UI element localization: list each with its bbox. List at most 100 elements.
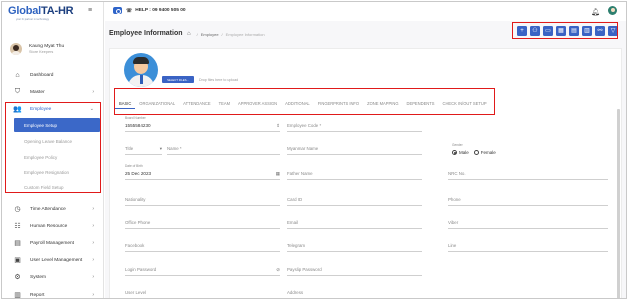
tab-fingerprints-info[interactable]: FINGERPRINTS INFO [314, 99, 363, 109]
gender-group: Gender Male Female [452, 143, 496, 155]
gender-female-radio[interactable]: Female [473, 150, 496, 155]
phone-field[interactable]: Phone [448, 194, 608, 206]
sidebar-item-label: Employee [30, 106, 52, 112]
employee-code-field[interactable]: Employee Code * [287, 120, 422, 132]
card-id-field[interactable]: Card ID [287, 194, 422, 206]
tab-additional[interactable]: ADDITIONAL [281, 99, 314, 109]
chevron-down-icon: ▾ [159, 146, 162, 151]
tab-check-in-out-setup[interactable]: CHECK IN/OUT SETUP [439, 99, 491, 109]
sidebar-subitem-employee-setup[interactable]: Employee Setup [14, 118, 100, 132]
tab-organizational[interactable]: ORGANIZATIONAL [135, 99, 179, 109]
sidebar-subitem-opening-leave-balance[interactable]: Opening Leave Balance [14, 134, 100, 148]
tab-team[interactable]: TEAM [215, 99, 234, 109]
user-level-field[interactable]: User Level [125, 287, 280, 298]
logo[interactable]: GlobalTA-HR your hr partner in technolog… [8, 5, 74, 28]
board-number-field[interactable]: Board Number 1555584230 ⇕ [125, 116, 280, 132]
cloud-icon [113, 7, 122, 14]
calendar-icon[interactable]: ▦ [276, 171, 280, 177]
add-user-button[interactable]: ⚇ [530, 26, 540, 36]
document-button[interactable]: ▤ [569, 26, 579, 36]
tab-attendance[interactable]: ATTENDANCE [179, 99, 214, 109]
email-field[interactable]: Email [287, 217, 422, 229]
chevron-down-icon: ⌄ [89, 106, 94, 112]
grid-button[interactable]: ▥ [582, 26, 592, 36]
tab-dependents[interactable]: DEPENDENTS [403, 99, 439, 109]
sidebar-subitem-custom-field-setup[interactable]: Custom Field Setup [14, 180, 100, 194]
office-phone-field[interactable]: Office Phone [125, 217, 280, 229]
menu-toggle-icon[interactable]: ≡ [88, 7, 92, 14]
page-title: Employee Information [109, 30, 183, 37]
main-content: Employee Information ⌂ / Employee / Empl… [105, 21, 626, 298]
id-card-icon: ▣ [14, 257, 21, 264]
sidebar-subitem-employee-resignation[interactable]: Employee Resignation [14, 165, 100, 179]
sidebar-item-time-attendance[interactable]: ◷ Time Attendance › [2, 202, 104, 216]
viber-field[interactable]: Viber [448, 217, 608, 229]
stepper-icon[interactable]: ⇕ [276, 123, 280, 129]
sidebar-item-employee[interactable]: 👥 Employee ⌄ [2, 102, 104, 116]
sidebar-item-label: Time Attendance [30, 206, 66, 212]
profile-name: Kaung Myat Thu [29, 43, 65, 49]
select-files-button[interactable]: SELECT FILES... [162, 76, 194, 83]
user-add-icon: ⚇ [532, 28, 538, 34]
title-select[interactable]: Title ▾ [125, 143, 162, 155]
breadcrumb-employee[interactable]: Employee [201, 32, 219, 37]
filter-button[interactable]: ▽ [608, 26, 618, 36]
nationality-field[interactable]: Nationality [125, 194, 280, 206]
filter-icon: ▽ [610, 28, 616, 34]
sidebar-subitem-employee-policy[interactable]: Employee Policy [14, 150, 100, 164]
sidebar-item-payroll-management[interactable]: ▤ Payroll Management › [2, 236, 104, 250]
scrollbar[interactable] [617, 109, 620, 298]
app-window: GlobalTA-HR your hr partner in technolog… [1, 1, 627, 299]
sidebar-item-system[interactable]: ⚙ System › [2, 270, 104, 284]
top-bar: ☏ HELP : 09 9400 505 00 🔔︎ [105, 2, 626, 21]
login-password-field[interactable]: Login Password ⊘ [125, 264, 280, 276]
payslip-password-field[interactable]: Payslip Password [287, 264, 422, 276]
form-tabs: BASIC ORGANIZATIONAL ATTENDANCE TEAM APP… [115, 99, 495, 109]
gender-male-radio[interactable]: Male [452, 150, 469, 155]
sidebar-item-label: Report [30, 292, 45, 298]
employee-form-card: SELECT FILES... Drop files here to uploa… [109, 48, 622, 298]
nrc-field[interactable]: NRC No. [448, 168, 608, 180]
org-chart-button[interactable]: ⚯ [595, 26, 605, 36]
sidebar-item-label: Master [30, 89, 45, 95]
id-card-icon: ▭ [545, 28, 551, 34]
sidebar-item-human-resource[interactable]: ☷ Human Resource › [2, 219, 104, 233]
action-toolbar: + ⚇ ▭ ▦ ▤ ▥ ⚯ ▽ [517, 26, 618, 36]
chevron-right-icon: › [92, 206, 94, 212]
date-of-birth-field[interactable]: Date of Birth 25 Dec 2023 ▦ [125, 164, 280, 180]
line-field[interactable]: Line [448, 240, 608, 252]
avatar[interactable] [608, 6, 617, 15]
facebook-field[interactable]: Facebook [125, 240, 280, 252]
shield-icon: ⛉ [14, 88, 21, 95]
chevron-right-icon: › [92, 274, 94, 280]
calculator-button[interactable]: ▦ [556, 26, 566, 36]
sidebar-item-master[interactable]: ⛉ Master › [2, 85, 104, 99]
address-field[interactable]: Address [287, 287, 422, 298]
home-icon[interactable]: ⌂ [187, 31, 191, 37]
logo-text: GlobalTA-HR [8, 5, 74, 17]
bell-icon[interactable]: 🔔︎ [591, 8, 600, 16]
tab-basic[interactable]: BASIC [115, 99, 136, 109]
people-icon: 👥 [13, 106, 22, 113]
tab-approver-assign[interactable]: APPROVER ASSIGN [234, 99, 281, 109]
id-card-button[interactable]: ▭ [543, 26, 553, 36]
name-field[interactable]: Name * [167, 143, 280, 155]
eye-off-icon[interactable]: ⊘ [276, 267, 280, 273]
add-button[interactable]: + [517, 26, 527, 36]
phone-icon: ☏ [126, 7, 133, 14]
sidebar-item-report[interactable]: ▥ Report › [2, 288, 104, 298]
father-name-field[interactable]: Father Name [287, 168, 422, 180]
user-profile[interactable]: Kaung Myat Thu Store Keepers [10, 40, 102, 58]
sidebar-item-user-level-management[interactable]: ▣ User Level Management › [2, 253, 104, 267]
sidebar-item-dashboard[interactable]: ⌂ Dashboard [2, 68, 104, 82]
org-chart-icon: ⚯ [597, 28, 603, 34]
avatar [10, 43, 22, 55]
tab-zone-mapping[interactable]: ZONE MAPPING [363, 99, 402, 109]
sidebar-item-label: User Level Management [30, 257, 83, 263]
document-icon: ▤ [571, 28, 577, 34]
myanmar-name-field[interactable]: Myanmar Name [287, 143, 422, 155]
telegram-field[interactable]: Telegram [287, 240, 422, 252]
clock-icon: ◷ [14, 206, 21, 213]
help-text: HELP : 09 9400 505 00 [135, 8, 186, 13]
employee-photo [124, 53, 158, 87]
